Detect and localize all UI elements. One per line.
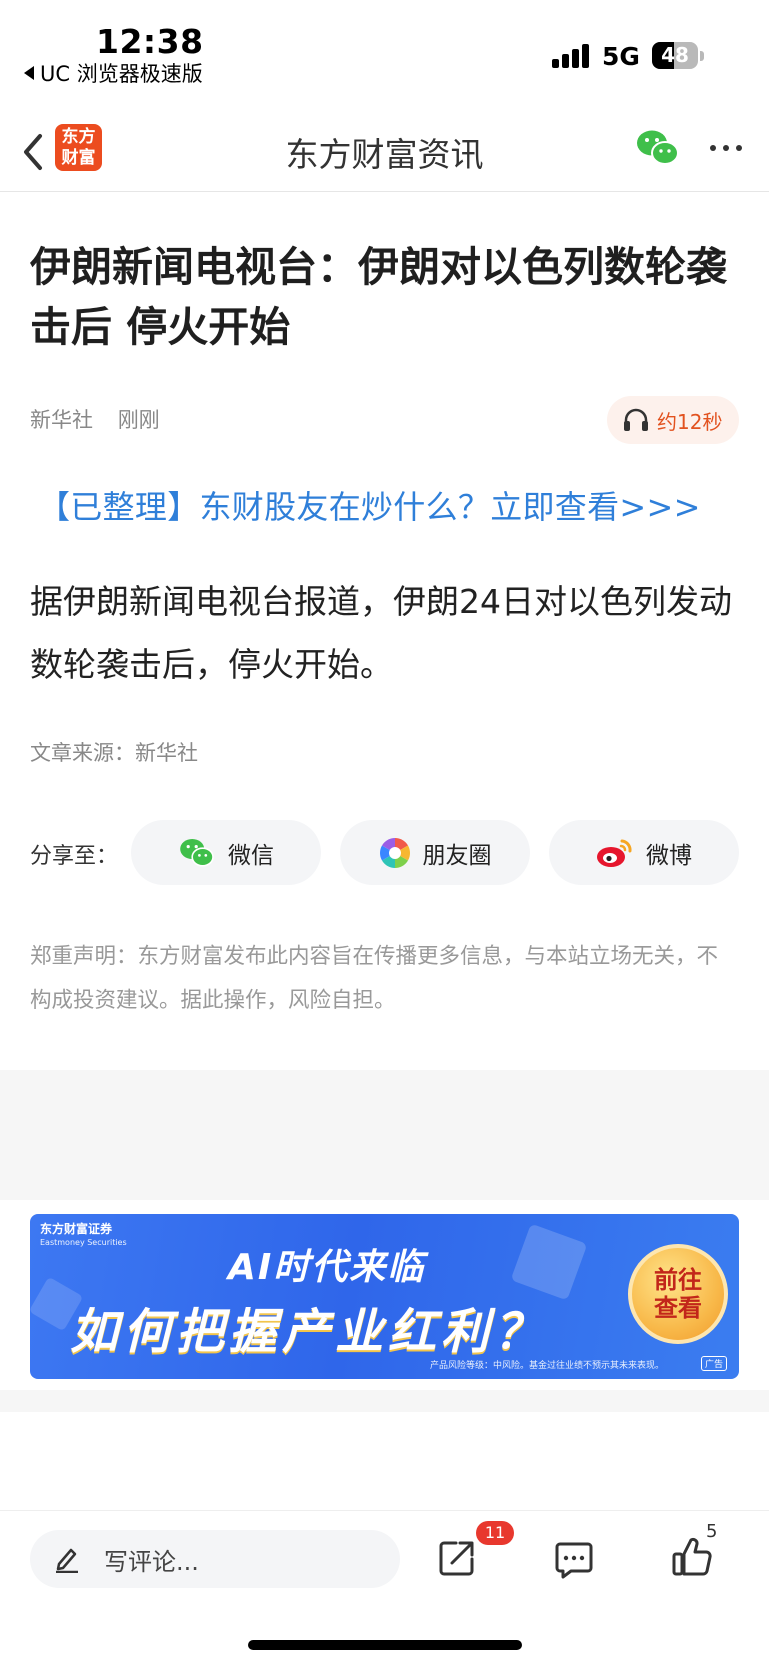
share-button[interactable] [438, 1539, 476, 1581]
ad-cta-line2: 查看 [654, 1294, 702, 1322]
share-weibo-label: 微博 [646, 842, 692, 869]
comments-button[interactable] [555, 1541, 593, 1583]
battery-level: 48 [661, 43, 689, 67]
wechat-share-button[interactable] [636, 128, 680, 168]
share-moments-label: 朋友圈 [422, 842, 492, 869]
ad-cta-button[interactable]: 前往 查看 [628, 1244, 728, 1344]
share-icon [439, 1541, 474, 1576]
ad-decoration [510, 1223, 588, 1301]
signal-icon [552, 44, 592, 68]
ad-risk-note: 产品风险等级：中风险。基金过往业绩不预示其未来表现。 [430, 1361, 665, 1371]
share-count-badge: 11 [476, 1521, 514, 1545]
article-title: 伊朗新闻电视台：伊朗对以色列数轮袭击后 停火开始 [30, 243, 727, 351]
status-bar: 12:38 UC 浏览器极速版 5G 48 [0, 0, 769, 100]
share-moments-button[interactable]: 朋友圈 [340, 820, 530, 885]
ad-headline: AI时代来临 [228, 1247, 426, 1288]
battery-icon: 48 [652, 42, 698, 69]
disclaimer: 郑重声明：东方财富发布此内容旨在传播更多信息，与本站立场无关，不构成投资建议。据… [30, 935, 730, 1023]
back-app-label: UC 浏览器极速版 [40, 62, 203, 86]
section-divider [0, 1390, 769, 1412]
moments-icon [379, 837, 410, 868]
ad-banner[interactable]: 东方财富证券 Eastmoney Securities AI时代来临 如何把握产… [30, 1214, 739, 1379]
headphones-icon [624, 408, 648, 431]
ad-subheadline: 如何把握产业红利？ [70, 1304, 548, 1360]
like-count: 5 [706, 1521, 718, 1542]
article-source-line: 文章来源：新华社 [30, 741, 198, 765]
battery-cap [700, 51, 704, 61]
disclaimer-heading: 郑重声明： [30, 944, 138, 969]
comment-input[interactable]: 写评论... [30, 1530, 400, 1588]
wechat-icon [637, 130, 679, 165]
comment-bubble-icon [555, 1542, 593, 1579]
listen-audio-button[interactable]: 约12秒 [607, 396, 739, 444]
promo-link[interactable]: 【已整理】东财股友在炒什么？立即查看>>> [38, 482, 701, 528]
share-wechat-button[interactable]: 微信 [131, 820, 321, 885]
article-body: 据伊朗新闻电视台报道，伊朗24日对以色列发动数轮袭击后，停火开始。 [30, 582, 732, 684]
more-menu-button[interactable] [710, 142, 746, 154]
comment-placeholder: 写评论... [104, 1547, 199, 1576]
back-to-app-link[interactable]: UC 浏览器极速版 [24, 58, 203, 88]
status-time: 12:38 [96, 22, 204, 61]
thumbs-up-icon [672, 1537, 712, 1576]
article-source: 新华社 [30, 408, 93, 432]
ad-tag: 广告 [700, 1356, 727, 1371]
back-triangle-icon [24, 66, 34, 80]
network-type: 5G [602, 42, 640, 71]
article-meta: 新华社 刚刚 [30, 404, 178, 434]
weibo-icon [597, 839, 632, 867]
ad-brand-logo: 东方财富证券 Eastmoney Securities [40, 1222, 127, 1250]
ad-cta-line1: 前往 [654, 1266, 702, 1294]
nav-bar: 东方 财富 东方财富资讯 [0, 112, 769, 192]
home-indicator [248, 1640, 522, 1650]
article-time: 刚刚 [117, 408, 160, 432]
audio-duration: 约12秒 [657, 409, 723, 434]
section-divider [0, 1070, 769, 1200]
ad-brand-name: 东方财富证券 [40, 1222, 113, 1236]
share-wechat-label: 微信 [228, 842, 274, 869]
ad-brand-en: Eastmoney Securities [40, 1238, 127, 1247]
share-label: 分享至： [30, 844, 119, 869]
wechat-icon [180, 838, 214, 867]
like-button[interactable] [672, 1537, 712, 1581]
share-weibo-button[interactable]: 微博 [549, 820, 739, 885]
pencil-icon [56, 1548, 78, 1573]
